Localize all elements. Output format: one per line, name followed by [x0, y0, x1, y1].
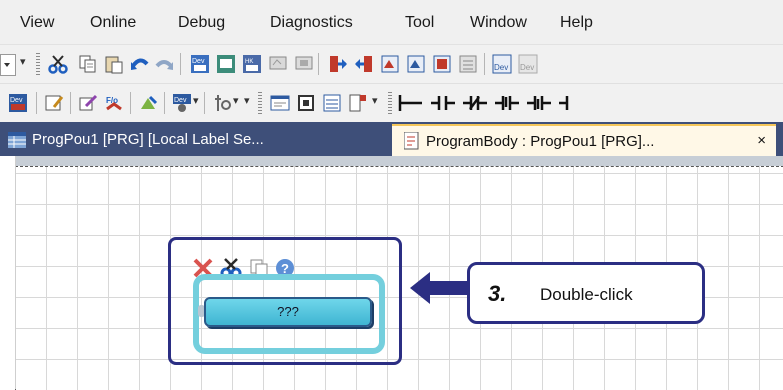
- menu-debug[interactable]: Debug: [178, 14, 225, 32]
- toolbar-separator: [318, 53, 319, 75]
- callout-arrow-icon: [410, 272, 470, 304]
- ladder-coil-icon[interactable]: [558, 93, 584, 113]
- callout-step-number: 3.: [488, 281, 507, 306]
- svg-text:Dev: Dev: [494, 63, 508, 72]
- window-icon[interactable]: [270, 93, 290, 113]
- svg-text:Dev: Dev: [174, 97, 187, 104]
- replace-icon[interactable]: [406, 54, 426, 74]
- dev-gray-icon[interactable]: Dev: [518, 54, 538, 74]
- tab-bar: ProgPou1 [PRG] [Local Label Se... Progra…: [0, 122, 783, 156]
- toolbar-overflow-icon[interactable]: ▾: [372, 94, 378, 107]
- toolbar-separator: [204, 92, 205, 114]
- toolbar-overflow-icon[interactable]: ▾: [20, 55, 26, 68]
- toolbar-grip[interactable]: [258, 92, 262, 114]
- frame-icon[interactable]: [296, 93, 316, 113]
- read-from-plc-icon[interactable]: [354, 54, 374, 74]
- toolbar-separator: [484, 53, 485, 75]
- toolbar-separator: [164, 92, 165, 114]
- ladder-falling-icon[interactable]: [526, 93, 552, 113]
- label-icon[interactable]: [348, 93, 368, 113]
- device-batch-icon[interactable]: Dev: [8, 93, 28, 113]
- dev-read-icon[interactable]: Dev: [190, 54, 210, 74]
- function-block-label: ???: [277, 304, 299, 319]
- find-icon[interactable]: [212, 93, 232, 113]
- tab-local-label-setting[interactable]: ProgPou1 [PRG] [Local Label Se...: [0, 124, 378, 156]
- menu-view[interactable]: View: [20, 14, 54, 32]
- dev-icon[interactable]: Dev: [492, 54, 512, 74]
- cut-icon[interactable]: [48, 54, 68, 74]
- redo-icon[interactable]: [154, 54, 174, 74]
- tab-label: ProgramBody : ProgPou1 [PRG]...: [426, 133, 655, 150]
- menu-bar: View Online Debug Diagnostics Tool Windo…: [0, 0, 783, 45]
- menu-help[interactable]: Help: [560, 14, 593, 32]
- close-icon[interactable]: ×: [757, 132, 766, 149]
- svg-text:Dev: Dev: [192, 58, 205, 65]
- pen-icon[interactable]: [78, 93, 98, 113]
- online-change-icon[interactable]: [138, 93, 158, 113]
- toolbar-program: Dev F/o Dev ▾ ▾ ▾ ▾: [0, 84, 783, 123]
- copy-icon[interactable]: [78, 54, 98, 74]
- dropdown-icon[interactable]: [0, 54, 16, 76]
- toolbar-grip[interactable]: [388, 92, 392, 114]
- ladder-open-contact-icon[interactable]: [430, 93, 456, 113]
- ladder-closed-contact-icon[interactable]: [462, 93, 488, 113]
- write-to-plc-icon[interactable]: [328, 54, 348, 74]
- cross-reference-icon[interactable]: [432, 54, 452, 74]
- paste-icon[interactable]: [104, 54, 124, 74]
- device-list-icon[interactable]: [458, 54, 478, 74]
- menu-diagnostics[interactable]: Diagnostics: [270, 14, 353, 32]
- watch-dropdown-icon[interactable]: ▾: [193, 94, 199, 107]
- edit-icon[interactable]: [44, 93, 64, 113]
- search-icon[interactable]: [380, 54, 400, 74]
- list-icon[interactable]: [322, 93, 342, 113]
- function-block-placeholder[interactable]: ???: [204, 297, 372, 327]
- editor-left-margin: [0, 156, 16, 389]
- toolbar-separator: [36, 92, 37, 114]
- ladder-line-icon[interactable]: [398, 93, 424, 113]
- toolbar-separator: [70, 92, 71, 114]
- menu-tool[interactable]: Tool: [405, 14, 434, 32]
- find-dropdown-icon[interactable]: ▾: [233, 94, 239, 107]
- monitor-stop-icon[interactable]: [294, 54, 314, 74]
- ladder-rising-icon[interactable]: [494, 93, 520, 113]
- svg-text:Dev: Dev: [520, 63, 534, 72]
- label-table-icon: [8, 132, 26, 148]
- menu-window[interactable]: Window: [470, 14, 527, 32]
- dev-write-icon[interactable]: [216, 54, 236, 74]
- svg-text:HK: HK: [245, 59, 253, 65]
- callout-text: Double-click: [540, 285, 633, 304]
- monitor-icon[interactable]: [268, 54, 288, 74]
- toolbar-separator: [130, 92, 131, 114]
- toolbar-standard: ▾ Dev HK Dev Dev: [0, 45, 783, 84]
- instruction-callout: 3. Double-click: [467, 262, 705, 324]
- toolbar-separator: [180, 53, 181, 75]
- dev-verify-icon[interactable]: HK: [242, 54, 262, 74]
- toolbar-grip[interactable]: [36, 53, 40, 75]
- program-icon: [403, 131, 420, 150]
- menu-online[interactable]: Online: [90, 14, 136, 32]
- undo-icon[interactable]: [130, 54, 150, 74]
- toolbar-overflow-icon[interactable]: ▾: [244, 94, 250, 107]
- svg-text:Dev: Dev: [10, 97, 23, 104]
- watch-icon[interactable]: Dev: [172, 93, 192, 113]
- tab-program-body[interactable]: ProgramBody : ProgPou1 [PRG]... ×: [392, 124, 776, 156]
- tab-label: ProgPou1 [PRG] [Local Label Se...: [32, 131, 264, 148]
- convert-icon[interactable]: F/o: [104, 93, 124, 113]
